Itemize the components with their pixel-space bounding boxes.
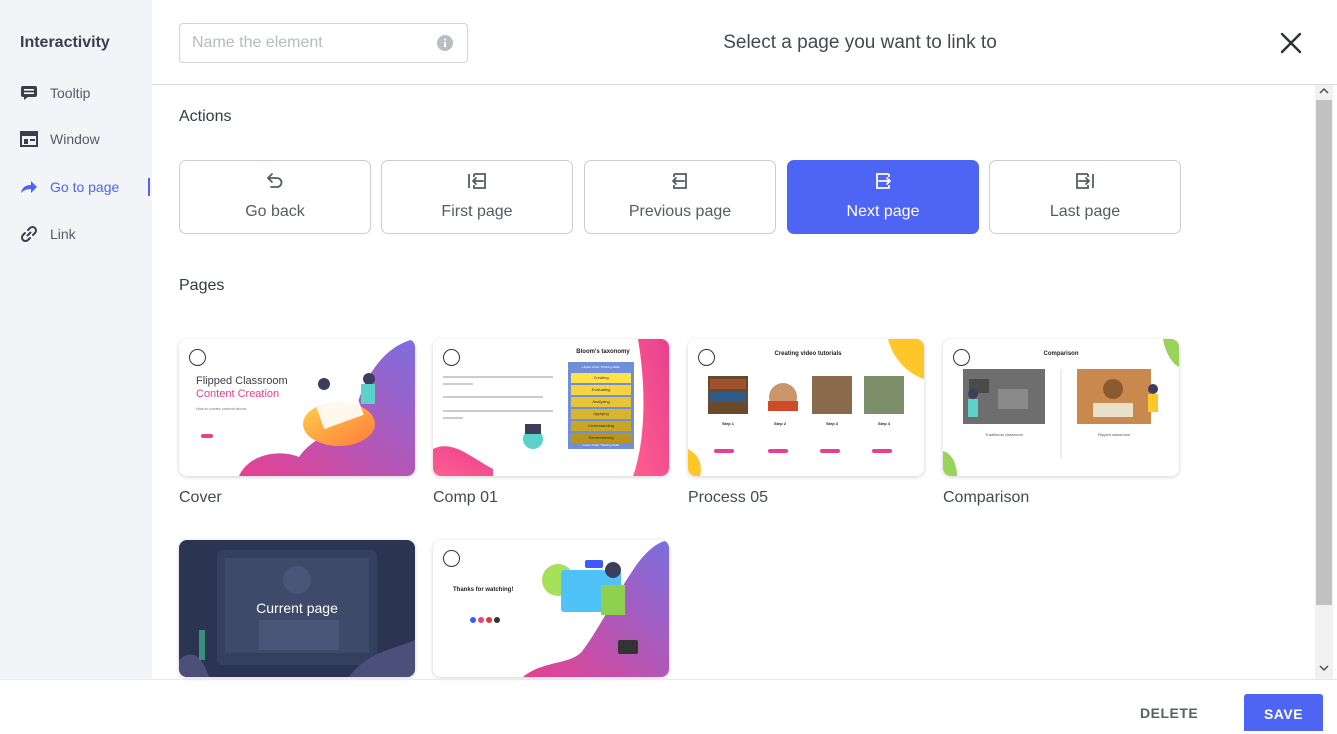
scroll-down-arrow[interactable]	[1317, 664, 1331, 676]
cover-preview-line1: Flipped Classroom	[196, 375, 288, 387]
page-card-cover[interactable]: Flipped Classroom Content Creation How t…	[179, 339, 415, 476]
page-select-radio[interactable]	[443, 550, 460, 567]
name-field-container	[179, 23, 468, 63]
tooltip-icon	[20, 84, 38, 102]
next-page-button[interactable]: Next page	[787, 160, 979, 234]
sidebar-item-label: Tooltip	[50, 85, 91, 101]
page-card-process-05[interactable]: Creating video tutorials Step 1 Step 2 S…	[688, 339, 924, 476]
comparison-preview-left: Traditional classroom	[985, 432, 1023, 437]
first-page-button[interactable]: First page	[381, 160, 573, 234]
save-button[interactable]: SAVE	[1244, 694, 1323, 731]
comp-preview-level: Applying	[593, 411, 609, 416]
last-page-icon	[990, 171, 1180, 193]
comp-preview-level: Creating	[593, 375, 609, 380]
sidebar-item-window[interactable]: Window	[20, 128, 150, 150]
go-to-page-icon	[20, 178, 38, 196]
process-preview-step: Step 3	[825, 421, 838, 426]
active-indicator	[148, 178, 150, 196]
page-name: Cover	[179, 489, 222, 506]
action-label: Next page	[846, 203, 920, 220]
thanks-preview-title: Thanks for watching!	[453, 587, 514, 593]
comp-preview-bottom: Lower Order Thinking Skills	[582, 443, 620, 447]
action-label: Previous page	[628, 203, 732, 220]
link-icon	[20, 225, 38, 243]
sidebar-item-tooltip[interactable]: Tooltip	[20, 82, 150, 104]
footer-divider	[0, 679, 1337, 680]
page-card-current: Current page	[179, 540, 415, 677]
page-select-radio[interactable]	[698, 349, 715, 366]
scroll-up-arrow[interactable]	[1317, 87, 1331, 99]
last-page-button[interactable]: Last page	[989, 160, 1181, 234]
process-preview-title: Creating video tutorials	[774, 351, 842, 357]
first-page-icon	[382, 171, 572, 193]
dialog-title: Select a page you want to link to	[723, 32, 997, 53]
process-preview-step: Step 1	[721, 421, 734, 426]
sidebar-item-label: Go to page	[50, 179, 120, 195]
process-preview-step: Step 4	[877, 421, 890, 426]
sidebar-item-label: Link	[50, 226, 76, 242]
comparison-preview-right: Flipped classroom	[1097, 432, 1131, 437]
cover-preview-line2: Content Creation	[196, 388, 280, 400]
comparison-illustration	[943, 339, 1179, 476]
next-page-icon	[788, 171, 978, 193]
comp-preview-level: Evaluating	[591, 387, 611, 392]
comp-preview-title: Bloom's taxonomy	[576, 349, 630, 355]
scrollbar-thumb[interactable]	[1316, 100, 1332, 605]
cover-preview-subtitle: How to create content about	[196, 406, 247, 411]
page-select-radio[interactable]	[443, 349, 460, 366]
comp-preview-level: Remembering	[588, 435, 614, 440]
comp-preview-level: Analyzing	[592, 399, 610, 404]
page-name: Comparison	[943, 489, 1030, 506]
pages-section-label: Pages	[179, 277, 225, 294]
action-label: Go back	[245, 203, 305, 220]
close-button[interactable]	[1280, 32, 1306, 58]
page-name: Process 05	[688, 489, 769, 506]
sidebar-item-link[interactable]: Link	[20, 223, 150, 245]
close-icon	[1280, 32, 1302, 54]
action-label: Last page	[1049, 203, 1121, 220]
comp-preview-level: Understanding	[587, 423, 615, 428]
sidebar-item-label: Window	[50, 131, 100, 147]
thanks-illustration	[470, 540, 669, 677]
page-card-comparison[interactable]: Comparison Traditional classroom Flipped…	[943, 339, 1179, 476]
page-name: Comp 01	[433, 489, 498, 506]
page-card-comp-01[interactable]: Bloom's taxonomy Higher Order Thinking S…	[433, 339, 669, 476]
sidebar-title: Interactivity	[20, 34, 110, 51]
sidebar: Interactivity Tooltip Window Go to page …	[0, 0, 152, 679]
info-icon[interactable]	[437, 35, 453, 51]
previous-page-button[interactable]: Previous page	[584, 160, 776, 234]
previous-page-icon	[585, 171, 775, 193]
page-card-thanks[interactable]: Thanks for watching!	[433, 540, 669, 677]
comp-preview-top: Higher Order Thinking Skills	[582, 365, 620, 369]
sidebar-item-go-to-page[interactable]: Go to page	[20, 176, 150, 198]
header-divider	[152, 84, 1337, 85]
go-back-button[interactable]: Go back	[179, 160, 371, 234]
name-element-input[interactable]	[192, 24, 432, 62]
delete-button[interactable]: DELETE	[1140, 705, 1198, 721]
page-select-radio[interactable]	[189, 349, 206, 366]
action-label: First page	[441, 203, 513, 220]
go-back-icon	[180, 171, 370, 193]
process-illustration	[688, 339, 924, 476]
process-preview-step: Step 2	[773, 421, 786, 426]
page-select-radio[interactable]	[953, 349, 970, 366]
comp-illustration	[433, 339, 669, 476]
actions-section-label: Actions	[179, 108, 232, 125]
current-page-label: Current page	[256, 600, 338, 616]
window-icon	[20, 130, 38, 148]
comparison-preview-title: Comparison	[1043, 351, 1079, 357]
